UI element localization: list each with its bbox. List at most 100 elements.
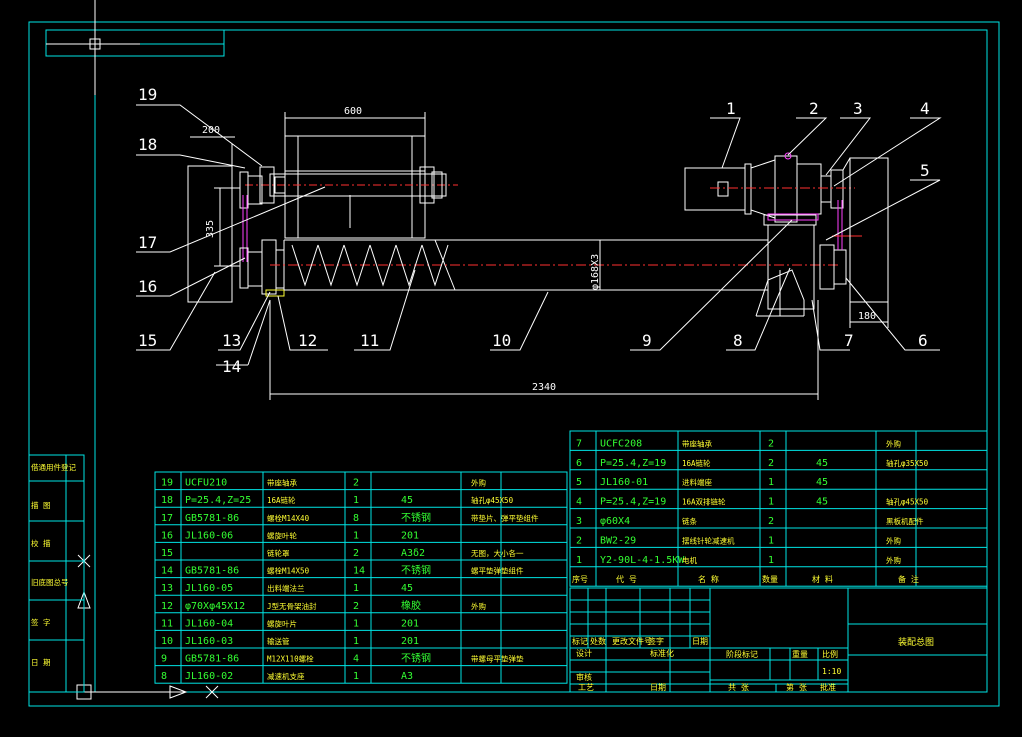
table-cell-name: 电机 <box>682 555 697 565</box>
balloon-11: 11 <box>360 331 379 350</box>
table-cell-qty: 1 <box>353 583 359 594</box>
table-cell-code: UCFU210 <box>185 478 227 489</box>
table-cell-qty: 1 <box>768 497 774 508</box>
table-cell-qty: 1 <box>768 555 774 566</box>
title-role-standard: 标准化 <box>650 648 674 658</box>
table-cell-no: 13 <box>161 583 173 594</box>
balloon-13: 13 <box>222 331 241 350</box>
dim-right-length: 180 <box>858 311 876 322</box>
stage-label: 阶段标记 <box>726 649 758 659</box>
title-role-review: 审核 <box>576 672 592 682</box>
table-cell-qty: 1 <box>768 535 774 546</box>
table-cell-no: 7 <box>576 438 582 449</box>
table-cell-qty: 2 <box>353 478 359 489</box>
table-cell-code: φ60X4 <box>600 516 630 527</box>
table-cell-qty: 2 <box>768 516 774 527</box>
side-block-label: 借通用件登记 <box>31 462 76 472</box>
table-cell-name: 16A双排链轮 <box>682 497 726 507</box>
table-cell-qty: 1 <box>353 530 359 541</box>
table-cell-no: 4 <box>576 497 582 508</box>
table-cell-mat: 45 <box>401 495 413 506</box>
table-cell-no: 5 <box>576 477 582 488</box>
table-cell-name: 螺旋叶轮 <box>267 530 297 540</box>
balloon-14: 14 <box>222 357 241 376</box>
title-role-approve: 批准 <box>820 682 836 692</box>
table-cell-mat: 不锈钢 <box>401 564 431 577</box>
scale-value: 1:10 <box>822 667 841 676</box>
table-cell-note: 带垫片、弹平垫组件 <box>471 513 539 523</box>
table-cell-no: 2 <box>576 535 582 546</box>
table-cell-no: 8 <box>161 671 167 682</box>
balloon-3: 3 <box>853 99 863 118</box>
table-cell-code: P=25.4,Z=19 <box>600 497 666 508</box>
table-cell-code: JL160-03 <box>185 636 233 647</box>
table-header-code: 代 号 <box>616 574 637 584</box>
table-cell-name: 带座轴承 <box>682 438 712 448</box>
table-cell-mat: 45 <box>401 583 413 594</box>
dim-left-length: 200 <box>202 125 220 136</box>
table-cell-no: 16 <box>161 530 173 541</box>
table-cell-note: 轴孔φ45X50 <box>886 497 929 507</box>
table-cell-mat: 45 <box>816 497 828 508</box>
table-cell-mat: 201 <box>401 530 419 541</box>
table-cell-note: 外购 <box>471 478 486 488</box>
table-cell-no: 9 <box>161 654 167 665</box>
title-label-date: 日期 <box>692 637 708 646</box>
table-cell-name: 出料端法兰 <box>267 583 305 593</box>
table-cell-name: J型无骨架油封 <box>267 601 317 611</box>
table-cell-name: 16A链轮 <box>682 458 711 468</box>
table-cell-qty: 2 <box>768 458 774 469</box>
table-cell-no: 10 <box>161 636 173 647</box>
table-cell-note: 无图，大小各一 <box>471 548 524 558</box>
balloon-12: 12 <box>298 331 317 350</box>
table-cell-no: 11 <box>161 618 173 629</box>
table-cell-name: 16A链轮 <box>267 495 296 505</box>
table-cell-note: 轴孔φ45X50 <box>471 495 514 505</box>
table-cell-mat: A3 <box>401 671 413 682</box>
title-role-process: 工艺 <box>578 683 594 692</box>
table-cell-no: 15 <box>161 548 173 559</box>
table-cell-code: GB5781-86 <box>185 513 239 524</box>
table-cell-qty: 1 <box>353 495 359 506</box>
table-cell-code: GB5781-86 <box>185 654 239 665</box>
side-block-label: 描 图 <box>31 500 51 510</box>
table-cell-name: 螺栓M14X40 <box>267 513 310 523</box>
table-cell-qty: 4 <box>353 654 359 665</box>
balloon-6: 6 <box>918 331 928 350</box>
balloon-4: 4 <box>920 99 930 118</box>
table-cell-qty: 1 <box>353 618 359 629</box>
table-cell-mat: 橡胶 <box>401 599 421 612</box>
table-cell-no: 12 <box>161 601 173 612</box>
table-cell-no: 1 <box>576 555 582 566</box>
balloon-16: 16 <box>138 277 157 296</box>
table-cell-qty: 2 <box>768 438 774 449</box>
table-cell-note: 外购 <box>886 555 901 565</box>
table-cell-note: 轴孔φ35X50 <box>886 458 929 468</box>
table-cell-qty: 14 <box>353 566 365 577</box>
side-block-label: 日 期 <box>31 658 51 667</box>
table-cell-name: M12X110螺栓 <box>267 654 314 664</box>
table-cell-note: 外购 <box>886 535 901 545</box>
table-cell-code: JL160-02 <box>185 671 233 682</box>
table-cell-note: 黑板机配件 <box>886 516 924 526</box>
table-header-name: 名 称 <box>698 574 719 584</box>
cad-drawing-canvas: 借通用件登记描 图校 描旧底图总号签 字日 期 600 200 335 2340… <box>0 0 1022 737</box>
title-role-design: 设计 <box>576 648 592 658</box>
table-cell-mat: 不锈钢 <box>401 652 431 665</box>
balloon-1: 1 <box>726 99 736 118</box>
title-label-mark: 标记 <box>572 636 588 646</box>
table-cell-mat: 201 <box>401 618 419 629</box>
weight-label: 重量 <box>792 649 808 659</box>
balloon-9: 9 <box>642 331 652 350</box>
table-cell-code: GB5781-86 <box>185 566 239 577</box>
table-cell-name: 输送管 <box>267 636 290 646</box>
table-cell-mat: 不锈钢 <box>401 511 431 524</box>
side-block-label: 签 字 <box>31 617 51 627</box>
table-cell-code: BW2-29 <box>600 535 636 546</box>
table-cell-no: 19 <box>161 478 173 489</box>
table-header-qty: 数量 <box>762 574 778 584</box>
table-cell-qty: 8 <box>353 513 359 524</box>
table-cell-qty: 2 <box>353 601 359 612</box>
table-cell-name: 链轮罩 <box>267 548 290 558</box>
table-cell-note: 螺平垫弹垫组件 <box>471 566 524 576</box>
